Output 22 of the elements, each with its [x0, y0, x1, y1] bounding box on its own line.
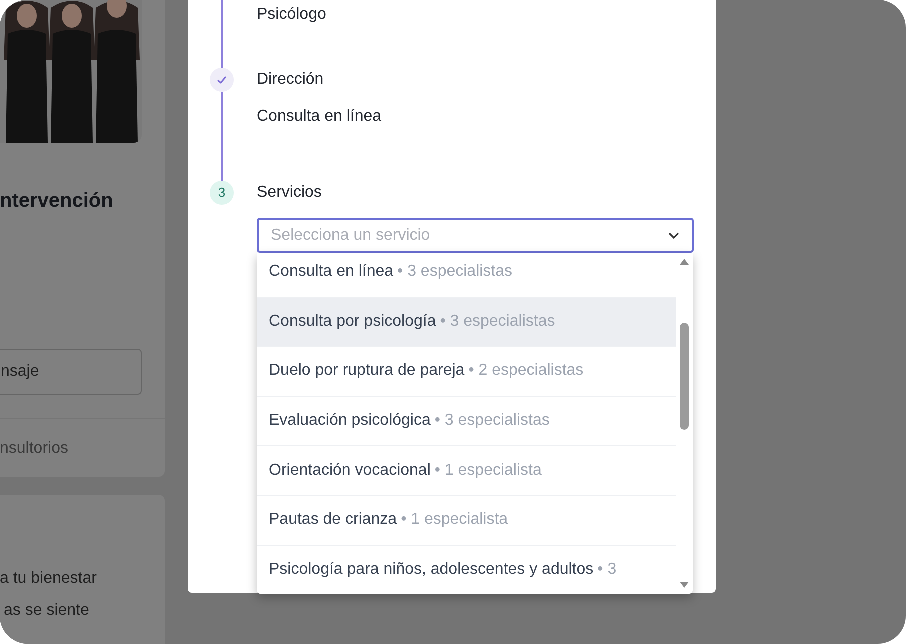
- message-button[interactable]: nsaje: [0, 349, 142, 395]
- service-select[interactable]: Selecciona un servicio: [257, 218, 694, 253]
- step-number: 3: [210, 181, 234, 205]
- info-text: as se siente: [4, 601, 90, 621]
- step-value: Psicólogo: [257, 5, 326, 25]
- service-option[interactable]: Pautas de crianza • 1 especialista: [257, 496, 676, 546]
- scroll-down-icon[interactable]: [680, 582, 689, 588]
- scroll-up-icon[interactable]: [680, 259, 689, 265]
- service-option[interactable]: Consulta por psicología • 3 especialistas: [257, 298, 676, 348]
- service-option[interactable]: Orientación vocacional • 1 especialista: [257, 446, 676, 496]
- scrollbar-thumb[interactable]: [680, 323, 689, 430]
- step-title: Servicios: [257, 183, 323, 203]
- service-option[interactable]: Duelo por ruptura de pareja • 2 especialistas: [257, 347, 676, 397]
- scrollbar[interactable]: [676, 253, 693, 594]
- service-option[interactable]: Consulta en línea • 3 especialistas: [257, 253, 676, 298]
- step-title: Dirección: [257, 70, 325, 90]
- step-value: Consulta en línea: [257, 107, 382, 127]
- service-option[interactable]: Psicología para niños, adolescentes y adultos • 3: [257, 546, 676, 594]
- chevron-down-icon: [668, 232, 680, 240]
- service-option[interactable]: Evaluación psicológica • 3 especialistas: [257, 396, 676, 446]
- profile-title: ntervención: [0, 189, 114, 214]
- info-text: a tu bienestar: [0, 569, 97, 589]
